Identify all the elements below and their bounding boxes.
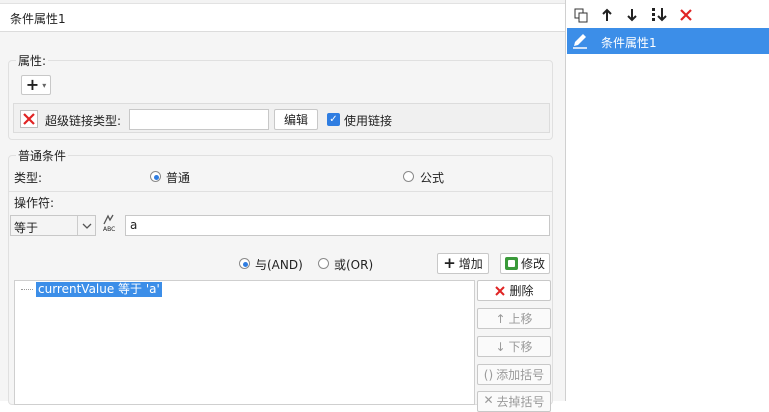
chevron-down-icon [77, 216, 96, 235]
modify-icon [504, 257, 518, 270]
operator-value: 等于 [14, 221, 39, 235]
abc-icon-text: ABC [103, 226, 116, 233]
move-down-button[interactable]: ↓ 下移 [477, 336, 551, 357]
abc-type-icon[interactable]: ABC [102, 214, 124, 236]
remove-bracket-label: 去掉括号 [496, 395, 545, 409]
plus-icon: + [25, 75, 40, 94]
or-radio[interactable] [318, 258, 329, 269]
modify-condition-label: 修改 [520, 257, 545, 271]
condition-value: a [130, 218, 138, 232]
panel-title: 条件属性1 [10, 12, 66, 26]
delete-icon[interactable] [677, 6, 695, 24]
delete-icon [495, 285, 506, 296]
arrow-down-icon: ↓ [495, 339, 506, 354]
type-normal-radio[interactable] [150, 171, 161, 182]
edit-button[interactable]: 编辑 [274, 109, 318, 130]
copy-icon[interactable] [572, 6, 590, 24]
condition-value-input[interactable]: a [125, 215, 550, 236]
move-up-button[interactable]: ↑ 上移 [477, 308, 551, 329]
sidebar-item-condition-1[interactable]: 条件属性1 [567, 28, 769, 54]
move-down-icon[interactable] [623, 6, 641, 24]
add-condition-label: 增加 [458, 257, 483, 271]
hyperlink-type-label: 超级链接类型: [45, 114, 122, 128]
bracket-icon: () [483, 367, 494, 382]
delete-label: 删除 [509, 284, 534, 298]
tree-connector [21, 289, 33, 290]
normal-condition-label: 普通条件 [16, 147, 69, 164]
panel-title-bar: 条件属性1 [0, 4, 565, 32]
move-up-icon[interactable] [598, 6, 616, 24]
move-to-bottom-icon[interactable] [650, 6, 668, 24]
condition-list-panel [567, 0, 769, 401]
and-label: 与(AND) [255, 258, 303, 272]
remove-bracket-button[interactable]: ✕ 去掉括号 [477, 391, 551, 412]
edit-button-label: 编辑 [283, 113, 308, 127]
use-link-label: 使用链接 [344, 114, 393, 128]
operator-label: 操作符: [14, 196, 55, 210]
move-up-label: 上移 [508, 312, 533, 326]
remove-attribute-icon[interactable] [20, 110, 38, 128]
separator [9, 191, 552, 192]
type-formula-radio[interactable] [403, 171, 414, 182]
type-normal-label: 普通 [166, 171, 191, 185]
add-attribute-button[interactable]: + ▾ [21, 75, 51, 95]
hyperlink-type-field[interactable] [129, 109, 269, 130]
modify-condition-button[interactable]: 修改 [500, 253, 550, 274]
chevron-down-icon: ▾ [42, 80, 47, 90]
type-label: 类型: [14, 171, 43, 185]
operator-select[interactable]: 等于 [10, 215, 96, 236]
add-bracket-button[interactable]: () 添加括号 [477, 364, 551, 385]
or-label: 或(OR) [334, 258, 374, 272]
attribute-group-label: 属性: [16, 52, 49, 69]
add-bracket-label: 添加括号 [496, 368, 545, 382]
use-link-checkbox[interactable]: ✓ [327, 113, 340, 126]
condition-list[interactable]: currentValue 等于 'a' [14, 280, 475, 405]
remove-bracket-icon: ✕ [483, 393, 494, 407]
move-down-label: 下移 [508, 340, 533, 354]
and-radio[interactable] [239, 258, 250, 269]
pencil-icon [571, 32, 589, 50]
delete-button[interactable]: 删除 [477, 280, 551, 301]
condition-list-item[interactable]: currentValue 等于 'a' [36, 282, 162, 297]
add-condition-button[interactable]: + 增加 [437, 253, 489, 274]
plus-icon: + [443, 254, 456, 272]
type-formula-label: 公式 [420, 171, 445, 185]
arrow-up-icon: ↑ [495, 311, 506, 326]
sidebar-item-label: 条件属性1 [601, 36, 657, 50]
